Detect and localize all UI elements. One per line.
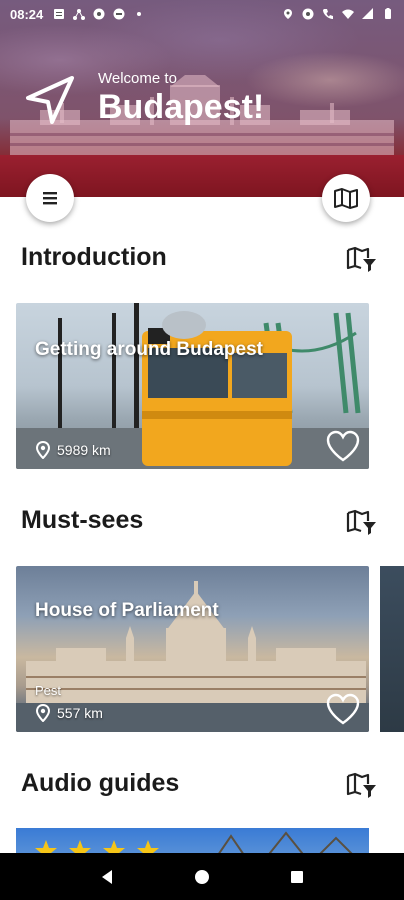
map-button[interactable] — [322, 174, 370, 222]
menu-button[interactable] — [26, 174, 74, 222]
favorite-heart-icon[interactable] — [325, 692, 361, 726]
battery-icon — [385, 8, 391, 19]
location-icon — [284, 9, 292, 19]
card-getting-around[interactable]: Getting around Budapest 5989 km — [16, 303, 369, 469]
city-title: Budapest! — [98, 88, 265, 126]
network-icon — [73, 9, 86, 20]
card-title: House of Parliament — [35, 600, 219, 621]
card-subtitle: Pest — [35, 683, 62, 698]
card-distance: 557 km — [35, 704, 103, 722]
card-title: Getting around Budapest — [35, 339, 263, 360]
status-bar: 08:24 — [0, 0, 404, 28]
section-title-audio-guides: Audio guides — [21, 769, 180, 797]
distance-text: 5989 km — [57, 442, 111, 458]
map-icon — [334, 188, 358, 209]
home-icon[interactable] — [193, 868, 211, 886]
status-time: 08:24 — [10, 6, 44, 22]
location-pin-icon — [35, 704, 51, 722]
recents-icon[interactable] — [288, 868, 306, 886]
back-icon[interactable] — [98, 868, 116, 886]
phone-icon — [323, 9, 333, 19]
next-card-peek[interactable] — [380, 566, 404, 732]
app-icon — [93, 8, 105, 20]
card-distance: 5989 km — [35, 441, 111, 459]
favorite-heart-icon[interactable] — [325, 429, 361, 463]
system-nav-bar — [0, 853, 404, 900]
section-title-introduction: Introduction — [21, 243, 167, 271]
message-icon — [54, 9, 65, 19]
card-house-of-parliament[interactable]: House of Parliament Pest 557 km — [16, 566, 369, 732]
section-map-filter-icon[interactable] — [346, 508, 378, 536]
app-icon-2 — [113, 8, 125, 20]
hamburger-menu-icon — [43, 192, 57, 205]
section-map-filter-icon[interactable] — [346, 771, 378, 799]
section-map-filter-icon[interactable] — [346, 245, 378, 273]
wifi-icon — [342, 9, 354, 19]
dot-icon — [137, 12, 142, 16]
distance-text: 557 km — [57, 705, 103, 721]
navigation-arrow-icon — [26, 76, 74, 124]
section-title-must-sees: Must-sees — [21, 506, 144, 534]
lte-signal-icon — [362, 8, 373, 19]
location-pin-icon — [35, 441, 51, 459]
welcome-text: Welcome to — [98, 70, 177, 87]
eye-icon — [302, 8, 314, 20]
